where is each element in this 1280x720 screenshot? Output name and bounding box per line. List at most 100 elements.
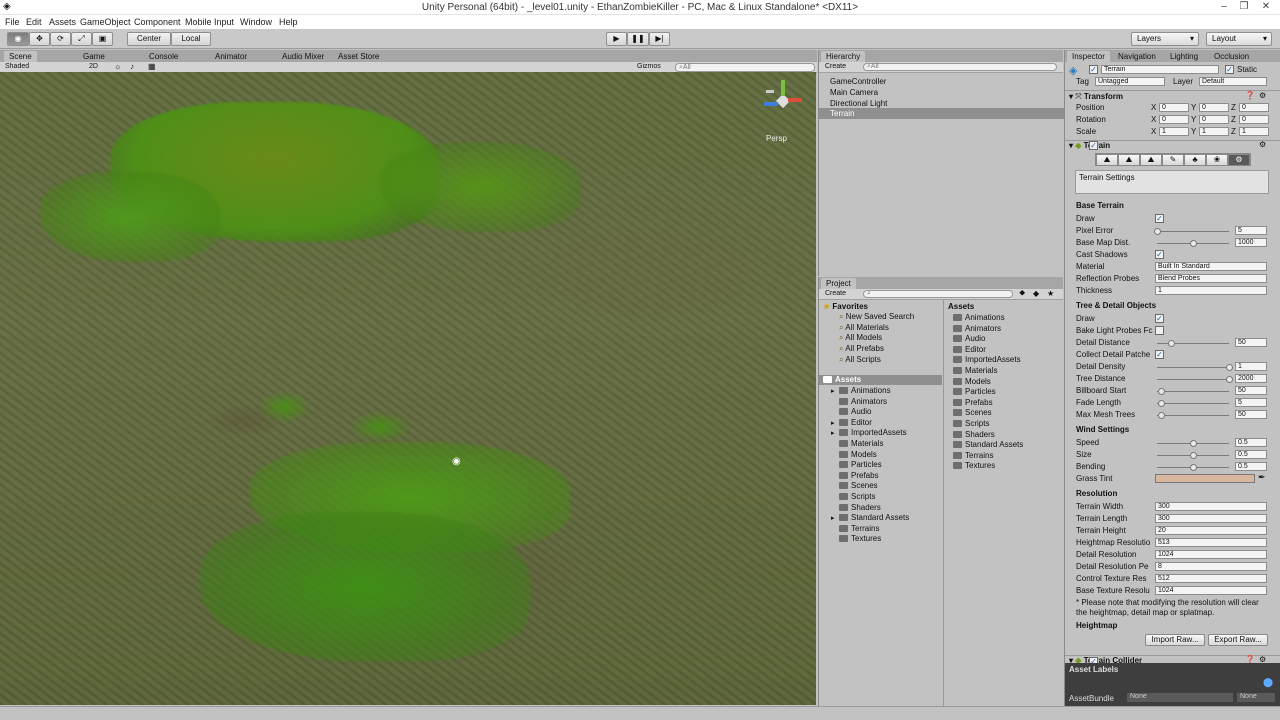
tab-console[interactable]: Console [144,51,183,62]
asset-folder-item[interactable]: Scripts [953,419,989,428]
perspective-label[interactable]: Persp [766,134,787,143]
transform-rotation-z-field[interactable]: 0 [1239,115,1269,124]
fade-length-slider[interactable] [1157,400,1229,407]
wind-bending-field[interactable]: 0.5 [1235,462,1267,471]
base-map-dist-slider-knob[interactable] [1190,240,1197,247]
assets-breadcrumb[interactable]: Assets [948,302,974,311]
paint-details-tool-icon[interactable]: ❀ [1206,154,1228,166]
menu-mobile-input[interactable]: Mobile Input [185,17,234,27]
tab-project[interactable]: Project [821,278,856,289]
hierarchy-item-gamecontroller[interactable]: GameController [830,77,886,86]
object-name-field[interactable]: Terrain [1101,65,1219,74]
effects-icon[interactable]: ▦ [148,62,156,71]
asset-folder-item[interactable]: Standard Assets [953,440,1023,449]
wind-speed-slider-knob[interactable] [1190,440,1197,447]
thickness-field[interactable]: 1 [1155,286,1267,295]
tab-animator[interactable]: Animator [210,51,252,62]
max-mesh-trees-field[interactable]: 50 [1235,410,1267,419]
detail-density-field[interactable]: 1 [1235,362,1267,371]
filter-label-icon[interactable]: ◆ [1033,289,1039,298]
project-search-input[interactable]: ⌕ [863,290,1013,298]
collect-detail-patches-checkbox[interactable]: ✓ [1155,350,1164,359]
base-map-dist-slider[interactable] [1157,240,1229,247]
project-folder-item[interactable]: Scripts [831,492,875,501]
import-raw-button[interactable]: Import Raw... [1145,634,1205,646]
rotate-tool-button[interactable]: ⟳ [50,32,71,46]
wind-bending-slider[interactable] [1157,464,1229,471]
2d-toggle[interactable]: 2D [89,63,98,70]
project-folder-item[interactable]: Audio [831,407,871,416]
expand-arrow-icon[interactable]: ▸ [831,514,839,522]
favorite-item[interactable]: ⌕ All Scripts [839,355,881,365]
shading-mode-dropdown[interactable]: Shaded [5,63,83,72]
detail-density-slider-knob[interactable] [1226,364,1233,371]
place-trees-tool-icon[interactable]: ♣ [1184,154,1206,166]
filter-type-icon[interactable]: ⯁ [1019,289,1025,299]
asset-folder-item[interactable]: Materials [953,366,997,375]
transform-rotation-x-field[interactable]: 0 [1159,115,1189,124]
audio-icon[interactable]: ♪ [130,62,134,71]
project-create-dropdown[interactable]: Create [825,290,846,297]
wind-speed-slider[interactable] [1157,440,1229,447]
terrain-enabled-checkbox[interactable]: ✓ [1089,141,1098,150]
scale-tool-button[interactable]: ⤢ [71,32,92,46]
rect-tool-button[interactable]: ▣ [92,32,113,46]
hierarchy-create-dropdown[interactable]: Create [825,63,846,70]
favorite-item[interactable]: ⌕ New Saved Search [839,312,914,322]
material-dropdown[interactable]: Built In Standard [1155,262,1267,271]
settings-gear-icon[interactable]: ⚙ [1259,91,1266,100]
tab-occlusion[interactable]: Occlusion [1209,51,1254,62]
help-icon[interactable]: ❓ [1245,91,1255,100]
billboard-start-slider-knob[interactable] [1157,388,1165,395]
asset-folder-item[interactable]: Textures [953,461,995,470]
asset-folder-item[interactable]: Shaders [953,430,995,439]
project-folder-item[interactable]: ▸ ImportedAssets [831,428,907,437]
scene-orientation-gizmo[interactable] [760,80,804,124]
transform-scale-y-field[interactable]: 1 [1199,127,1229,136]
resolution-field[interactable]: 1024 [1155,550,1267,559]
draw-trees-checkbox[interactable]: ✓ [1155,314,1164,323]
pixel-error-slider-knob[interactable] [1154,228,1161,235]
reflection-probes-dropdown[interactable]: Blend Probes [1155,274,1267,283]
menu-assets[interactable]: Assets [49,17,76,27]
asset-folder-item[interactable]: Audio [953,334,985,343]
paint-texture-tool-icon[interactable]: ✎ [1162,154,1184,166]
play-button[interactable]: ▶ [606,32,627,46]
hierarchy-item-main-camera[interactable]: Main Camera [830,88,878,97]
hierarchy-item-directional-light[interactable]: Directional Light [830,99,887,108]
layout-dropdown[interactable]: Layout [1206,32,1272,46]
project-folder-item[interactable]: Particles [831,460,882,469]
billboard-start-slider[interactable] [1157,388,1229,395]
static-checkbox[interactable]: ✓ [1225,65,1234,74]
hierarchy-item-terrain[interactable]: Terrain [819,108,1064,119]
project-folder-item[interactable]: Terrains [831,524,879,533]
tab-game[interactable]: Game [78,51,110,62]
detail-distance-slider[interactable] [1157,340,1229,347]
asset-bundle-variant-dropdown[interactable]: None [1237,693,1275,702]
resolution-field[interactable]: 300 [1155,502,1267,511]
tab-audio-mixer[interactable]: Audio Mixer [277,51,329,62]
wind-size-field[interactable]: 0.5 [1235,450,1267,459]
pixel-error-slider[interactable] [1154,228,1229,235]
menu-file[interactable]: File [5,17,20,27]
paint-height-tool-icon[interactable]: ⛰ [1118,154,1140,166]
fade-length-slider-knob[interactable] [1157,400,1165,407]
resolution-field[interactable]: 512 [1155,574,1267,583]
billboard-start-field[interactable]: 50 [1235,386,1267,395]
resolution-field[interactable]: 1024 [1155,586,1267,595]
project-folder-item[interactable]: ▸ Standard Assets [831,513,909,522]
cast-shadows-checkbox[interactable]: ✓ [1155,250,1164,259]
hand-tool-button[interactable]: ◉ [7,32,29,46]
menu-edit[interactable]: Edit [26,17,42,27]
tree-distance-slider-knob[interactable] [1226,376,1233,383]
minimize-icon[interactable]: – [1214,0,1234,15]
tab-hierarchy[interactable]: Hierarchy [821,51,866,62]
project-folder-item[interactable]: Scenes [831,481,878,490]
base-map-dist-field[interactable]: 1000 [1235,238,1267,247]
wind-bending-slider-knob[interactable] [1190,464,1197,471]
gizmos-dropdown[interactable]: Gizmos [637,63,661,70]
pivot-local-button[interactable]: Local [171,32,211,46]
active-checkbox[interactable]: ✓ [1089,65,1098,74]
settings-gear-icon[interactable]: ⚙ [1259,140,1266,149]
tree-distance-field[interactable]: 2000 [1235,374,1267,383]
